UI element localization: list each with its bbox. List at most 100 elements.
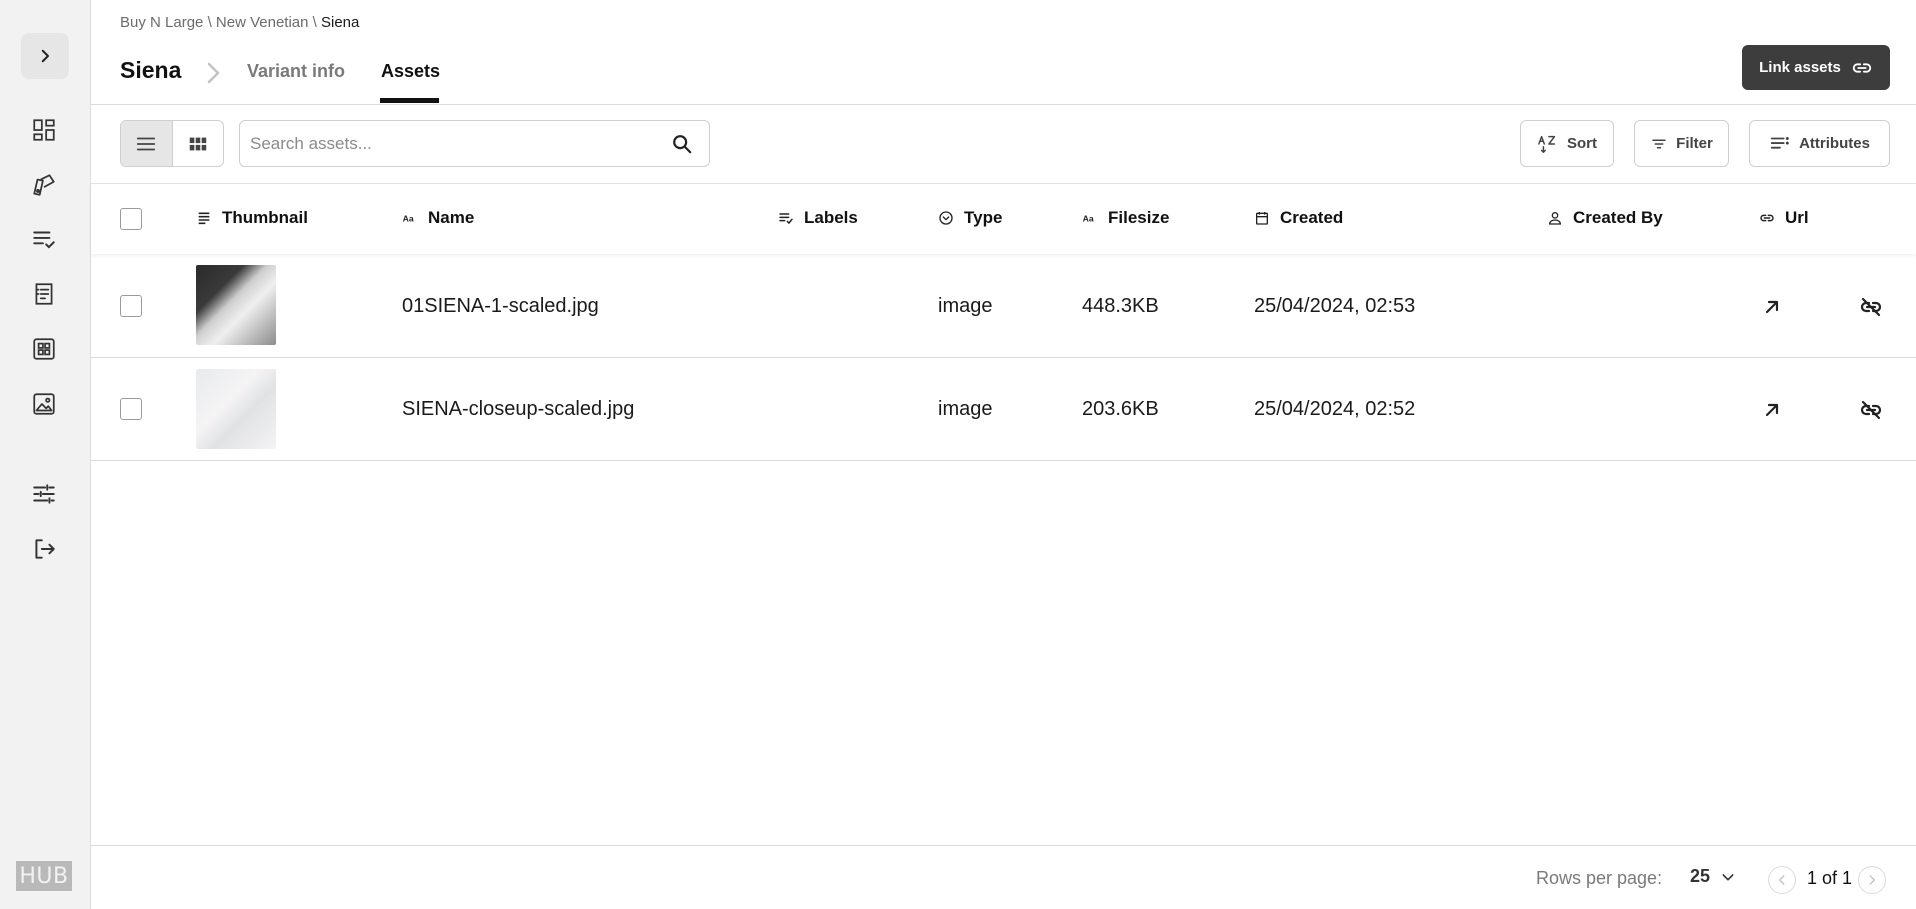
breadcrumb-item[interactable]: New Venetian (216, 14, 309, 31)
text-lines-icon (198, 212, 210, 225)
receipt-icon (35, 283, 53, 305)
column-header-label: Created (1280, 208, 1344, 227)
sort-label: Sort (1567, 135, 1597, 152)
hub-logo: HUB (16, 861, 72, 891)
table-header: Thumbnail Aa Name Labels Type Aa Filesiz… (91, 184, 1916, 254)
previous-page-button[interactable] (1768, 866, 1796, 894)
attributes-label: Attributes (1799, 135, 1870, 152)
breadcrumb: Buy N Large \ New Venetian \ Siena (120, 14, 359, 31)
asset-created: 25/04/2024, 02:53 (1254, 295, 1416, 317)
column-header-created-by[interactable]: Created By (1547, 208, 1663, 228)
footer-divider (91, 845, 1916, 846)
sidebar-item-checklist[interactable] (30, 225, 58, 253)
swatch-icon (33, 174, 55, 196)
dropdown-circle-icon (939, 211, 953, 225)
text-type-icon: Aa (403, 213, 414, 223)
breadcrumb-separator: \ (207, 14, 212, 31)
link-icon (1852, 62, 1872, 73)
sidebar-item-dashboard[interactable] (30, 116, 58, 144)
next-page-button[interactable] (1858, 866, 1886, 894)
open-url-icon[interactable] (1760, 295, 1784, 319)
list-check-icon (779, 213, 793, 225)
asset-type: image (938, 295, 993, 317)
chevron-down-icon (1722, 873, 1734, 880)
sort-az-icon (1538, 135, 1556, 153)
list-icon (137, 137, 156, 150)
sidebar-item-assets[interactable] (30, 390, 58, 418)
asset-type: image (938, 398, 993, 420)
calendar-icon (1256, 212, 1268, 225)
page-title: Siena (120, 57, 182, 83)
unlink-icon[interactable] (1859, 398, 1883, 422)
list-view-button[interactable] (121, 121, 173, 166)
column-header-label: Type (964, 208, 1003, 227)
table-row[interactable]: SIENA-closeup-scaled.jpg image 203.6KB 2… (91, 358, 1916, 461)
row-checkbox[interactable] (120, 295, 142, 317)
filter-icon (1652, 139, 1666, 148)
column-header-label: Labels (804, 208, 858, 227)
column-header-label: Url (1785, 208, 1809, 227)
filter-button[interactable]: Filter (1634, 120, 1729, 167)
asset-thumbnail[interactable] (196, 265, 276, 345)
chevron-left-icon (1778, 875, 1785, 885)
rows-per-page-label: Rows per page: (1536, 868, 1663, 888)
column-header-label: Name (428, 208, 475, 227)
search-input[interactable] (250, 121, 650, 166)
attributes-button[interactable]: Attributes (1749, 120, 1890, 167)
column-header-created[interactable]: Created (1254, 208, 1343, 228)
attributes-icon (1770, 136, 1789, 149)
active-tab-indicator (380, 98, 439, 103)
page-info: 1 of 1 (1807, 868, 1853, 888)
link-icon (1760, 214, 1774, 222)
link-assets-button[interactable]: Link assets (1742, 45, 1890, 90)
grid-view-button[interactable] (173, 121, 224, 166)
column-header-filesize[interactable]: Aa Filesize (1082, 208, 1170, 228)
user-icon (1548, 212, 1562, 225)
sidebar-item-catalog[interactable] (30, 335, 58, 363)
filter-label: Filter (1676, 135, 1713, 152)
sidebar-expand-button[interactable] (21, 33, 69, 79)
rows-per-page-value: 25 (1690, 866, 1711, 886)
image-icon (33, 393, 55, 415)
column-header-thumbnail[interactable]: Thumbnail (196, 208, 308, 228)
column-header-label: Thumbnail (222, 208, 308, 227)
breadcrumb-separator: \ (312, 14, 317, 31)
column-header-type[interactable]: Type (938, 208, 1002, 228)
svg-text:Aa: Aa (1083, 213, 1094, 223)
search-icon[interactable] (671, 133, 693, 155)
asset-thumbnail[interactable] (196, 369, 276, 449)
sidebar-item-settings[interactable] (30, 480, 58, 508)
chevron-right-icon (41, 49, 49, 63)
asset-name[interactable]: SIENA-closeup-scaled.jpg (402, 398, 634, 421)
sidebar-item-logout[interactable] (30, 535, 58, 563)
asset-name[interactable]: 01SIENA-1-scaled.jpg (402, 295, 599, 318)
asset-filesize: 448.3KB (1082, 295, 1159, 317)
column-header-url[interactable]: Url (1759, 208, 1809, 228)
asset-filesize: 203.6KB (1082, 398, 1159, 420)
dashboard-icon (33, 119, 55, 141)
header-divider (91, 104, 1916, 105)
table-row[interactable]: 01SIENA-1-scaled.jpg image 448.3KB 25/04… (91, 255, 1916, 358)
open-url-icon[interactable] (1760, 398, 1784, 422)
search-box (239, 120, 710, 167)
grid-icon (33, 338, 55, 360)
sidebar-item-orders[interactable] (30, 280, 58, 308)
svg-text:Aa: Aa (403, 213, 414, 223)
breadcrumb-item[interactable]: Buy N Large (120, 14, 203, 31)
sort-button[interactable]: Sort (1520, 120, 1614, 167)
tab-assets[interactable]: Assets (381, 61, 440, 82)
sliders-icon (33, 484, 55, 504)
column-header-label: Filesize (1108, 208, 1170, 227)
column-header-labels[interactable]: Labels (778, 208, 858, 228)
sidebar-item-swatches[interactable] (30, 171, 58, 199)
list-check-icon (33, 231, 55, 249)
select-all-checkbox[interactable] (120, 208, 142, 230)
rows-per-page-select[interactable]: 25 (1690, 866, 1736, 887)
unlink-icon[interactable] (1859, 295, 1883, 319)
row-checkbox[interactable] (120, 398, 142, 420)
column-header-name[interactable]: Aa Name (402, 208, 475, 228)
chevron-right-icon (1869, 875, 1876, 885)
tab-variant-info[interactable]: Variant info (247, 61, 345, 82)
chevron-right-icon (207, 62, 220, 84)
text-type-icon: Aa (1083, 213, 1094, 223)
